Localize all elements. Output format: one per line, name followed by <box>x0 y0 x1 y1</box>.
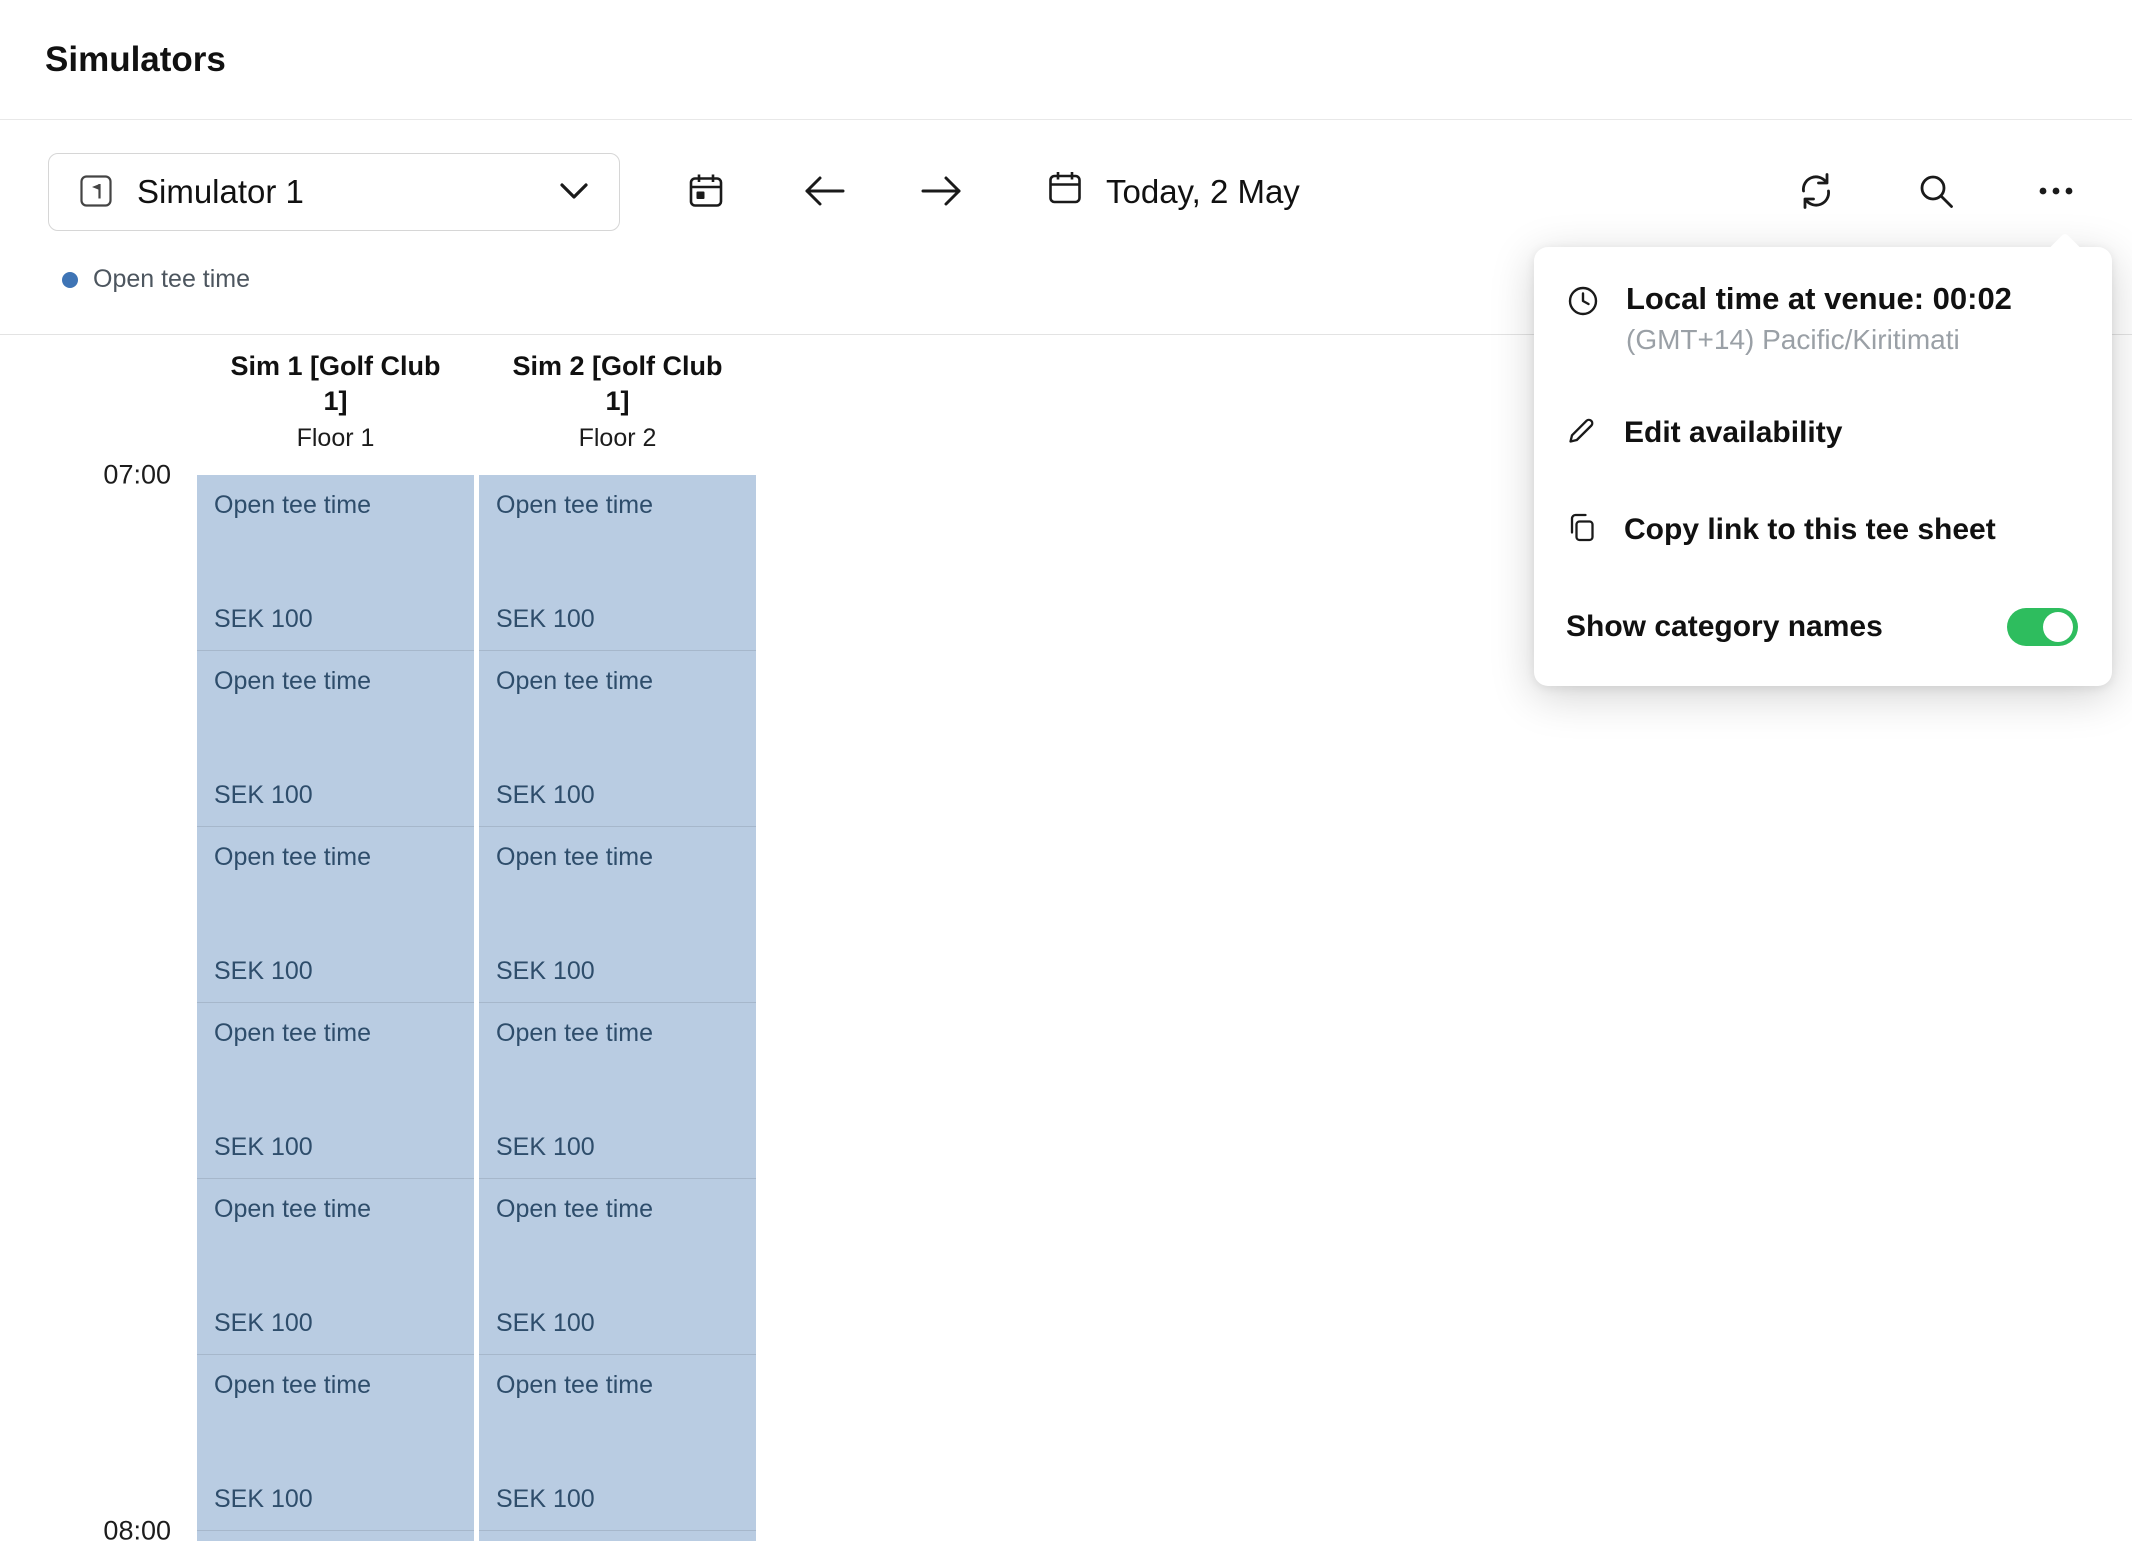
slot-price: SEK 100 <box>496 1485 595 1514</box>
arrow-left-icon <box>801 174 847 211</box>
tee-time-slot[interactable]: Open tee time SEK 100 <box>479 1003 756 1179</box>
tee-time-slot[interactable]: Open tee time SEK 100 <box>479 1355 756 1531</box>
slot-label: Open tee time <box>496 491 653 520</box>
column-subtitle: Floor 1 <box>197 424 474 453</box>
slot-price: SEK 100 <box>214 957 313 986</box>
column-title: Sim 1 [Golf Club 1] <box>197 349 474 419</box>
slot-price: SEK 100 <box>214 1133 313 1162</box>
edit-availability-item[interactable]: Edit availability <box>1566 414 2078 451</box>
slot-price: SEK 100 <box>496 781 595 810</box>
show-category-names-toggle[interactable] <box>2007 608 2078 646</box>
slot-label: Open tee time <box>214 667 371 696</box>
slot-label: Open tee time <box>214 1019 371 1048</box>
sim-columns: Sim 1 [Golf Club 1] Floor 1 Open tee tim… <box>197 335 756 1541</box>
copy-link-item[interactable]: Copy link to this tee sheet <box>1566 511 2078 548</box>
simulator-select[interactable]: Simulator 1 <box>48 153 620 231</box>
refresh-icon <box>1796 171 1836 214</box>
tee-time-slot[interactable]: Open tee time SEK 100 <box>197 1355 474 1531</box>
open-tee-time-dot <box>62 272 78 288</box>
copy-icon <box>1566 511 1598 548</box>
column-header: Sim 1 [Golf Club 1] Floor 1 <box>197 335 474 475</box>
hour-label: 07:00 <box>103 460 171 491</box>
simulator-select-value: Simulator 1 <box>137 173 535 211</box>
more-icon <box>2035 171 2077 214</box>
calendar-today-icon <box>686 171 726 214</box>
slot-price: SEK 100 <box>214 781 313 810</box>
time-gutter: 07:00 08:00 <box>0 335 197 1541</box>
menu-caret <box>2049 232 2080 263</box>
column-title: Sim 2 [Golf Club 1] <box>479 349 756 419</box>
context-menu: Local time at venue: 00:02 (GMT+14) Paci… <box>1534 247 2112 686</box>
slot-label: Open tee time <box>496 843 653 872</box>
slot-label: Open tee time <box>214 491 371 520</box>
chevron-down-icon <box>559 182 589 203</box>
sim-column-2: Sim 2 [Golf Club 1] Floor 2 Open tee tim… <box>479 335 756 1541</box>
slot-price: SEK 100 <box>496 957 595 986</box>
clock-icon <box>1566 281 1600 323</box>
slot-label: Open tee time <box>496 1371 653 1400</box>
tee-time-slot[interactable]: Open tee time SEK 100 <box>479 1531 756 1541</box>
tee-time-slot[interactable]: Open tee time SEK 100 <box>197 1003 474 1179</box>
slot-label: Open tee time <box>214 843 371 872</box>
more-options-button[interactable] <box>2028 164 2084 220</box>
edit-availability-label: Edit availability <box>1624 416 1842 450</box>
date-display[interactable]: Today, 2 May <box>1046 169 1300 215</box>
local-time-title: Local time at venue: 00:02 <box>1626 281 2012 317</box>
search-icon <box>1916 171 1956 214</box>
slot-price: SEK 100 <box>496 605 595 634</box>
simulator-icon <box>79 174 113 211</box>
slot-price: SEK 100 <box>214 605 313 634</box>
column-slots: Open tee time SEK 100 Open tee time SEK … <box>479 475 756 1541</box>
calendar-date-picker-button[interactable] <box>678 164 734 220</box>
toggle-knob <box>2043 612 2073 642</box>
copy-link-label: Copy link to this tee sheet <box>1624 513 1996 547</box>
tee-time-slot[interactable]: Open tee time SEK 100 <box>197 1531 474 1541</box>
local-time-item: Local time at venue: 00:02 (GMT+14) Paci… <box>1566 281 2078 356</box>
previous-day-button[interactable] <box>796 164 852 220</box>
tee-time-slot[interactable]: Open tee time SEK 100 <box>479 475 756 651</box>
slot-price: SEK 100 <box>496 1133 595 1162</box>
slot-label: Open tee time <box>496 667 653 696</box>
calendar-icon <box>1046 169 1084 215</box>
tee-time-slot[interactable]: Open tee time SEK 100 <box>197 475 474 651</box>
tee-time-slot[interactable]: Open tee time SEK 100 <box>479 1179 756 1355</box>
slot-price: SEK 100 <box>214 1485 313 1514</box>
pencil-icon <box>1566 414 1598 451</box>
column-subtitle: Floor 2 <box>479 424 756 453</box>
page-header: Simulators <box>0 0 2132 120</box>
hour-label: 08:00 <box>103 1516 171 1542</box>
column-header: Sim 2 [Golf Club 1] Floor 2 <box>479 335 756 475</box>
toolbar: Simulator 1 <box>0 153 2132 231</box>
date-label: Today, 2 May <box>1106 173 1300 211</box>
tee-time-slot[interactable]: Open tee time SEK 100 <box>197 651 474 827</box>
refresh-button[interactable] <box>1788 164 1844 220</box>
slot-label: Open tee time <box>496 1019 653 1048</box>
toolbar-right <box>1788 164 2084 220</box>
page-title: Simulators <box>45 40 226 80</box>
legend-label: Open tee time <box>93 265 250 294</box>
tee-time-slot[interactable]: Open tee time SEK 100 <box>479 827 756 1003</box>
arrow-right-icon <box>919 174 965 211</box>
tee-time-slot[interactable]: Open tee time SEK 100 <box>479 651 756 827</box>
slot-price: SEK 100 <box>496 1309 595 1338</box>
show-category-names-row: Show category names <box>1566 608 2078 646</box>
slot-price: SEK 100 <box>214 1309 313 1338</box>
slot-label: Open tee time <box>214 1195 371 1224</box>
slot-label: Open tee time <box>214 1371 371 1400</box>
local-time-subtitle: (GMT+14) Pacific/Kiritimati <box>1626 324 2012 356</box>
show-category-names-label: Show category names <box>1566 610 1883 644</box>
slot-label: Open tee time <box>496 1195 653 1224</box>
sim-column-1: Sim 1 [Golf Club 1] Floor 1 Open tee tim… <box>197 335 474 1541</box>
tee-time-slot[interactable]: Open tee time SEK 100 <box>197 827 474 1003</box>
tee-time-slot[interactable]: Open tee time SEK 100 <box>197 1179 474 1355</box>
next-day-button[interactable] <box>914 164 970 220</box>
column-slots: Open tee time SEK 100 Open tee time SEK … <box>197 475 474 1541</box>
search-button[interactable] <box>1908 164 1964 220</box>
